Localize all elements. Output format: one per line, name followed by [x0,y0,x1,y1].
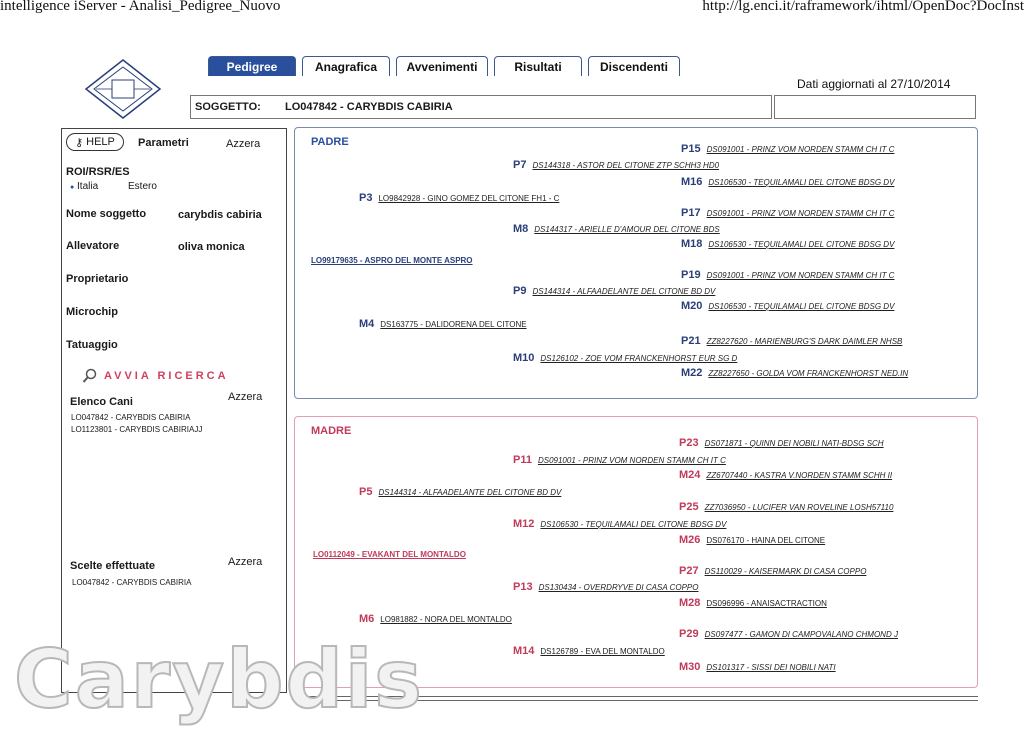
ancestor-P5[interactable]: P5 DS144314 - ALFAADELANTE DEL CITONE BD … [359,486,561,498]
name-label: Nome soggetto [66,208,147,220]
ancestor-P25[interactable]: P25 ZZ7036950 - LUCIFER VAN ROVELINE LOSH… [679,501,893,513]
sire-pedigree-panel: PADRE LO99179635 - ASPRO DEL MONTE ASPRO… [294,127,978,399]
search-panel: ⚷ HELP Parametri Azzera ROI/RSR/ES ● Ita… [61,128,287,693]
ancestor-P21[interactable]: P21 ZZ8227620 - MARIENBURG'S DARK DAIMLER… [681,335,902,347]
tab-bar: Pedigree Anagrafica Avvenimenti Risultat… [208,56,680,76]
radio-selected-icon: ● [70,184,75,191]
ancestor-M28[interactable]: M28 DS096996 - ANAISACTRACTION [679,597,827,609]
dam-root-link[interactable]: LO0112049 - EVAKANT DEL MONTALDO [313,550,466,559]
ancestor-M22[interactable]: M22 ZZ8227650 - GOLDA VOM FRANCKENHORST N… [681,367,908,379]
window-title: intelligence iServer - Analisi_Pedigree_… [0,0,281,14]
sire-root-link[interactable]: LO99179635 - ASPRO DEL MONTE ASPRO [311,256,473,265]
dog-list-item[interactable]: LO1123801 - CARYBDIS CABIRIAJJ [71,425,202,434]
radio-italia[interactable]: ● Italia [70,181,98,192]
choices-title: Scelte effettuate [70,560,155,572]
ancestor-M14[interactable]: M14 DS126789 - EVA DEL MONTALDO [513,645,665,657]
params-reset-link[interactable]: Azzera [226,138,260,150]
owner-label: Proprietario [66,273,129,285]
params-label: Parametri [138,137,189,149]
ancestor-M4[interactable]: M4 DS163775 - DALIDORENA DEL CITONE [359,318,527,330]
sire-title: PADRE [311,136,349,148]
dog-list-reset-link[interactable]: Azzera [228,391,262,403]
ancestor-M30[interactable]: M30 DS101317 - SISSI DEI NOBILI NATI [679,661,836,673]
name-field[interactable]: carybdis cabiria [178,209,262,221]
breeder-field[interactable]: oliva monica [178,241,245,253]
help-label: HELP [86,136,115,148]
choices-reset-link[interactable]: Azzera [228,556,262,568]
ancestor-P17[interactable]: P17 DS091001 - PRINZ VOM NORDEN STAMM CH … [681,207,894,219]
tab-pedigree[interactable]: Pedigree [208,56,296,76]
ancestor-P15[interactable]: P15 DS091001 - PRINZ VOM NORDEN STAMM CH … [681,143,894,155]
dog-list-item[interactable]: LO047842 - CARYBDIS CABIRIA [71,413,190,422]
roi-label: ROI/RSR/ES [66,166,130,178]
radio-estero[interactable]: Estero [128,181,157,192]
ancestor-P29[interactable]: P29 DS097477 - GAMON DI CAMPOVALANO CHMON… [679,628,898,640]
watermark: Carybdis [13,633,424,726]
ancestor-P23[interactable]: P23 DS071871 - QUINN DEI NOBILI NATI-BDSG… [679,437,884,449]
ancestor-P7[interactable]: P7 DS144318 - ASTOR DEL CITONE ZTP SCHH3 … [513,159,719,171]
help-button[interactable]: ⚷ HELP [66,133,124,151]
ancestor-M12[interactable]: M12 DS106530 - TEQUILAMALI DEL CITONE BDS… [513,518,726,530]
ancestor-P11[interactable]: P11 DS091001 - PRINZ VOM NORDEN STAMM CH … [513,454,726,466]
microchip-label: Microchip [66,306,118,318]
start-search-label: AVVIA RICERCA [104,370,229,382]
subject-value: LO047842 - CARYBDIS CABIRIA [285,101,453,113]
dam-title: MADRE [311,425,352,437]
tattoo-label: Tatuaggio [66,339,118,351]
ancestor-M8[interactable]: M8 DS144317 - ARIELLE D'AMOUR DEL CITONE … [513,223,720,235]
ancestor-P3[interactable]: P3 LO9842928 - GINO GOMEZ DEL CITONE FH1 … [359,192,559,204]
key-icon: ⚷ [75,136,84,149]
ancestor-M16[interactable]: M16 DS106530 - TEQUILAMALI DEL CITONE BDS… [681,176,894,188]
ancestor-M26[interactable]: M26 DS076170 - HAINA DEL CITONE [679,534,825,546]
dog-list-title: Elenco Cani [70,396,133,408]
ancestor-P27[interactable]: P27 DS110029 - KAISERMARK DI CASA COPPO [679,565,866,577]
ancestor-M20[interactable]: M20 DS106530 - TEQUILAMALI DEL CITONE BDS… [681,300,894,312]
ancestor-P9[interactable]: P9 DS144314 - ALFAADELANTE DEL CITONE BD … [513,285,715,297]
tab-anagrafica[interactable]: Anagrafica [302,56,390,76]
start-search-button[interactable]: AVVIA RICERCA [82,368,229,384]
breeder-label: Allevatore [66,240,120,252]
subject-extra-box [774,95,976,119]
window-url: http://lg.enci.it/raframework/ihtml/Open… [702,0,1024,14]
ancestor-P13[interactable]: P13 DS130434 - OVERDRYVE DI CASA COPPO [513,581,698,593]
tab-avvenimenti[interactable]: Avvenimenti [396,56,488,76]
ancestor-M10[interactable]: M10 DS126102 - ZOE VOM FRANCKENHORST EUR … [513,352,737,364]
magnifier-icon [82,368,97,383]
subject-bar: SOGGETTO: LO047842 - CARYBDIS CABIRIA [190,95,772,119]
ancestor-M6[interactable]: M6 LO981882 - NORA DEL MONTALDO [359,613,512,625]
ancestor-P19[interactable]: P19 DS091001 - PRINZ VOM NORDEN STAMM CH … [681,269,894,281]
enci-logo [84,58,162,120]
choice-item[interactable]: LO047842 - CARYBDIS CABIRIA [72,578,191,587]
updated-date: Dati aggiornati al 27/10/2014 [797,77,951,91]
tab-discendenti[interactable]: Discendenti [588,56,680,76]
subject-label: SOGGETTO: [195,101,261,113]
ancestor-M18[interactable]: M18 DS106530 - TEQUILAMALI DEL CITONE BDS… [681,238,894,250]
ancestor-M24[interactable]: M24 ZZ6707440 - KASTRA V.NORDEN STAMM SCH… [679,469,892,481]
tab-risultati[interactable]: Risultati [494,56,582,76]
